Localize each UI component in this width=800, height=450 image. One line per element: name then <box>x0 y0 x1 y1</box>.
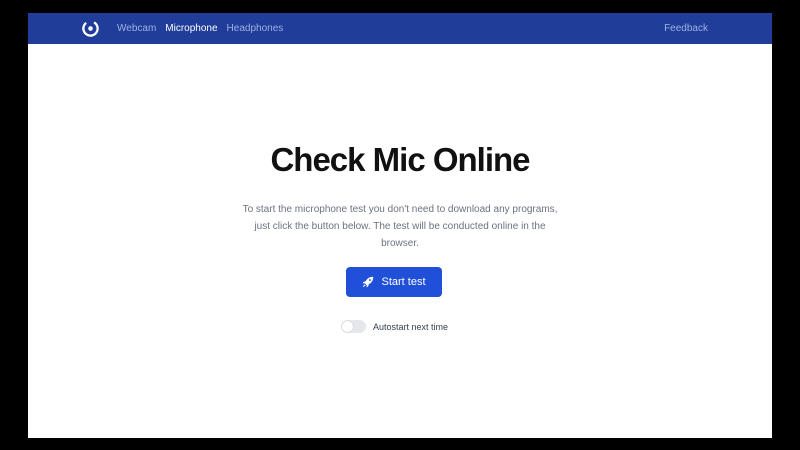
nav-link-webcam[interactable]: Webcam <box>117 23 156 34</box>
autostart-setting: Autostart next time <box>341 320 448 333</box>
nav-links: Webcam Microphone Headphones <box>117 13 283 44</box>
toggle-knob <box>342 321 353 332</box>
ring-logo-icon[interactable] <box>81 19 100 38</box>
top-navbar: Webcam Microphone Headphones Feedback <box>28 13 772 44</box>
autostart-label: Autostart next time <box>373 321 449 332</box>
rocket-icon <box>363 276 374 288</box>
start-test-button[interactable]: Start test <box>346 267 442 297</box>
feedback-link[interactable]: Feedback <box>664 13 708 44</box>
start-test-label: Start test <box>381 276 426 288</box>
browser-viewport: Webcam Microphone Headphones Feedback Ch… <box>28 13 772 438</box>
page-title: Check Mic Online <box>270 141 530 178</box>
autostart-toggle[interactable] <box>341 320 366 333</box>
hero-description: To start the microphone test you don't n… <box>242 204 558 249</box>
nav-link-microphone[interactable]: Microphone <box>165 23 217 34</box>
nav-link-headphones[interactable]: Headphones <box>227 23 284 34</box>
